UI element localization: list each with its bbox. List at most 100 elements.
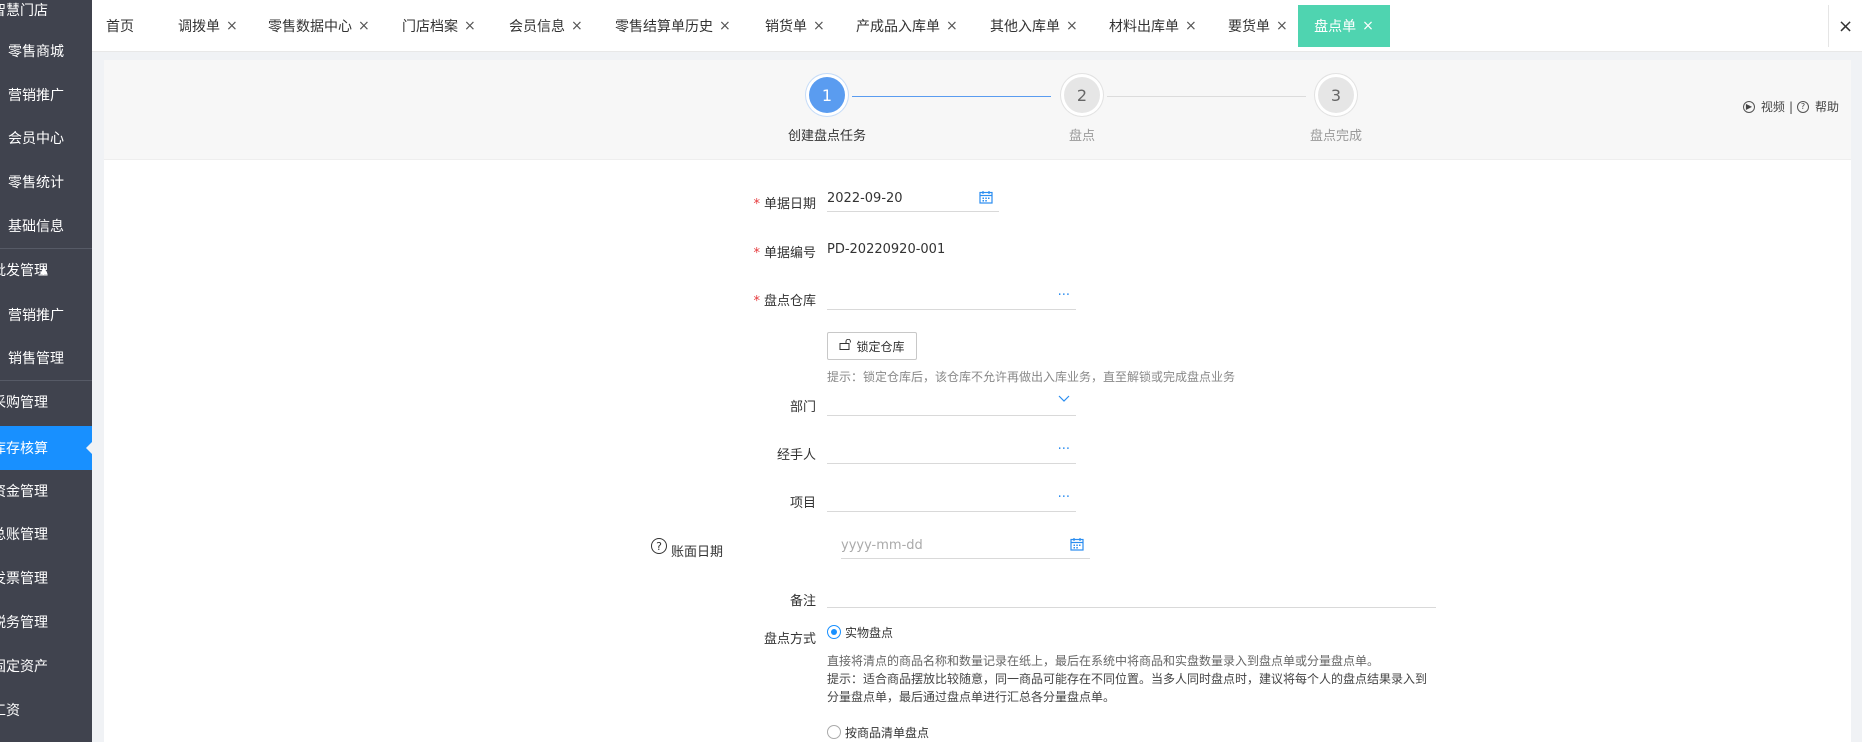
sidebar-item-label: 税务管理 (0, 615, 48, 631)
method-physical-radio[interactable] (827, 625, 841, 639)
close-icon[interactable]: × (946, 18, 958, 34)
chevron-down-icon[interactable] (1058, 392, 1070, 407)
sidebar-item-wholesale[interactable]: 批发管理▲ (0, 250, 92, 290)
tab-transfer[interactable]: 调拨单 × (164, 5, 252, 47)
book-date-label-text: 账面日期 (671, 545, 724, 560)
method-physical-label[interactable]: 实物盘点 (845, 624, 893, 641)
sidebar-item-marketing-2[interactable]: 营销推广 (0, 295, 92, 335)
lock-button-label: 锁定仓库 (856, 339, 905, 354)
tab-member-info[interactable]: 会员信息 × (495, 5, 597, 47)
sidebar-item-smart-store[interactable]: 智慧门店 (0, 0, 92, 30)
close-icon[interactable]: × (464, 18, 476, 34)
tab-label: 盘点单 (1314, 19, 1357, 35)
close-icon[interactable]: × (571, 18, 583, 34)
tab-bar: 首页 调拨单 × 零售数据中心 × 门店档案 × 会员信息 × 零售结算单历史 × 销货单… (92, 0, 1862, 52)
warehouse-field[interactable]: ··· (827, 284, 1076, 310)
method-physical-tip-cont: 分量盘点单，最后通过盘点单进行汇总各分量盘点单。 (827, 690, 1116, 704)
close-icon: × (1837, 15, 1854, 37)
more-icon[interactable]: ··· (1058, 288, 1070, 303)
date-field[interactable]: 2022-09-20 (827, 186, 999, 212)
step-1-circle: 1 (809, 77, 845, 113)
step-2-circle: 2 (1064, 77, 1100, 113)
sidebar-item-marketing[interactable]: 营销推广 (0, 75, 92, 115)
sidebar-item-retail-mall[interactable]: 零售商城 (0, 31, 92, 71)
method-physical-tip: 提示：适合商品摆放比较随意，同一商品可能存在不同位置。当多人同时盘点时，建议将每… (827, 672, 1428, 686)
tab-other-inbound[interactable]: 其他入库单 × (976, 5, 1092, 47)
sidebar-item-invoice[interactable]: 发票管理 (0, 558, 92, 598)
play-icon: ▶ (1742, 100, 1755, 113)
code-value: PD-20220920-001 (827, 236, 1027, 262)
sidebar-item-label: 基础信息 (8, 219, 64, 235)
step-2-label: 盘点 (1068, 129, 1095, 144)
sidebar-item-ledger[interactable]: 总账管理 (0, 514, 92, 554)
calendar-icon[interactable] (979, 190, 993, 208)
close-icon[interactable]: × (1066, 18, 1078, 34)
tab-retail-data[interactable]: 零售数据中心 × (254, 5, 384, 47)
close-icon[interactable]: × (226, 18, 238, 34)
handler-field[interactable]: ··· (827, 438, 1076, 464)
tab-label: 产成品入库单 (856, 19, 940, 35)
sidebar: 智慧门店 零售商城 营销推广 会员中心 零售统计 基础信息 批发管理▲ 营销推广… (0, 0, 92, 742)
close-icon[interactable]: × (719, 18, 731, 34)
close-all-tabs-button[interactable]: × (1828, 5, 1862, 47)
book-date-field[interactable]: yyyy-mm-dd (841, 533, 1090, 559)
tab-label: 零售结算单历史 (615, 19, 713, 35)
sidebar-item-label: 库存核算 (0, 441, 48, 457)
tab-stocktake[interactable]: 盘点单 × (1298, 5, 1390, 47)
help-link[interactable]: 帮助 (1815, 98, 1839, 115)
tab-retail-settlement-history[interactable]: 零售结算单历史 × (601, 5, 745, 47)
sidebar-item-label: 销售管理 (8, 351, 64, 367)
sidebar-item-tax[interactable]: 税务管理 (0, 602, 92, 642)
sidebar-item-retail-stats[interactable]: 零售统计 (0, 162, 92, 202)
sidebar-item-basic-info[interactable]: 基础信息 (0, 206, 92, 246)
lock-warehouse-button[interactable]: 锁定仓库 (827, 332, 917, 360)
separator: | (1788, 99, 1793, 114)
help-icon: ? (1796, 100, 1809, 113)
close-icon[interactable]: × (813, 18, 825, 34)
sidebar-item-fixed-assets[interactable]: 固定资产 (0, 646, 92, 686)
remark-field[interactable] (827, 582, 1436, 608)
tab-label: 其他入库单 (990, 19, 1060, 35)
sidebar-item-payroll[interactable]: 工资 (0, 690, 92, 730)
step-number: 1 (821, 85, 833, 105)
close-icon[interactable]: × (1362, 18, 1374, 34)
help-circle-icon[interactable]: ? (651, 538, 667, 554)
tab-product-inbound[interactable]: 产成品入库单 × (842, 5, 972, 47)
close-icon[interactable]: × (358, 18, 370, 34)
sidebar-item-funds[interactable]: 资金管理 (0, 471, 92, 511)
tab-requisition[interactable]: 要货单 × (1214, 5, 1302, 47)
video-link[interactable]: 视频 (1761, 98, 1785, 115)
dept-label-text: 部门 (789, 400, 816, 415)
sidebar-item-label: 营销推广 (8, 308, 64, 324)
required-mark: * (753, 294, 760, 309)
lock-icon (839, 338, 852, 353)
more-icon[interactable]: ··· (1058, 442, 1070, 457)
sidebar-item-member-center[interactable]: 会员中心 (0, 118, 92, 158)
help-links: ▶ 视频 | ? 帮助 (1742, 98, 1839, 115)
sidebar-item-label: 会员中心 (8, 131, 64, 147)
sidebar-item-inventory[interactable]: 库存核算 (0, 426, 92, 470)
close-icon[interactable]: × (1185, 18, 1197, 34)
method-list-radio[interactable] (827, 725, 841, 739)
more-icon[interactable]: ··· (1058, 490, 1070, 505)
tab-label: 销货单 (765, 19, 807, 35)
stocktake-panel: 1 2 3 创建盘点任务 盘点 盘点完成 ▶ 视频 | ? 帮助 * 单据日期 2… (104, 60, 1851, 742)
sidebar-item-sales[interactable]: 销售管理 (0, 338, 92, 378)
sidebar-item-label: 零售商城 (8, 44, 64, 60)
close-icon[interactable]: × (1276, 18, 1288, 34)
calendar-icon[interactable] (1070, 537, 1084, 555)
project-field[interactable]: ··· (827, 486, 1076, 512)
tab-home[interactable]: 首页 (92, 5, 148, 47)
dept-select[interactable] (827, 390, 1076, 416)
tab-material-outbound[interactable]: 材料出库单 × (1095, 5, 1211, 47)
method-list-label[interactable]: 按商品清单盘点 (845, 724, 929, 741)
date-label-text: 单据日期 (763, 197, 816, 212)
handler-label: 经手人 (656, 444, 816, 463)
step-3-label: 盘点完成 (1309, 129, 1362, 144)
tab-sales-order[interactable]: 销货单 × (751, 5, 839, 47)
scrollbar-track (1851, 60, 1862, 742)
sidebar-item-label: 零售统计 (8, 175, 64, 191)
active-indicator-icon (86, 442, 92, 454)
sidebar-item-purchase[interactable]: 采购管理 (0, 382, 92, 422)
tab-store-archive[interactable]: 门店档案 × (388, 5, 490, 47)
